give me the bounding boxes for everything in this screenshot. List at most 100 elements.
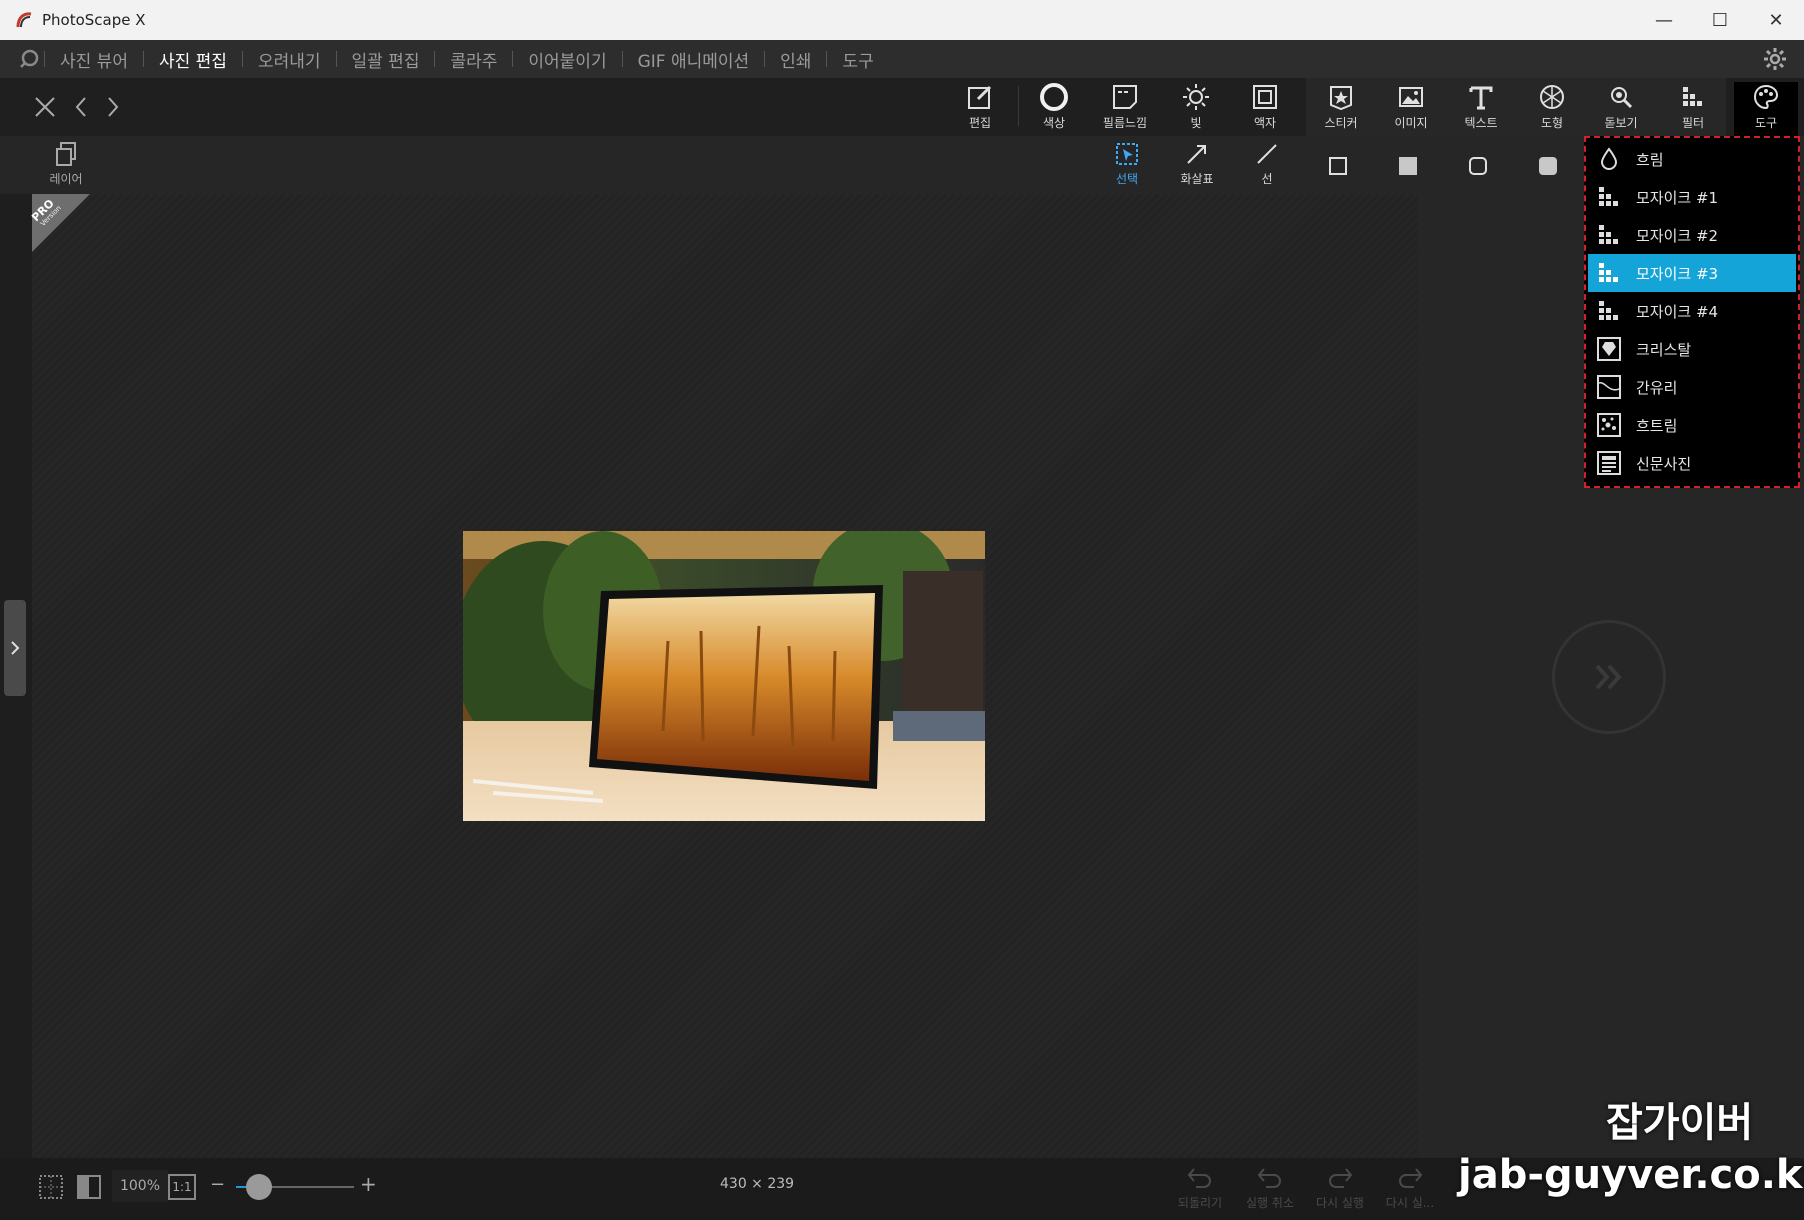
zoom-percent[interactable]: 100% — [112, 1170, 168, 1202]
menu-batch[interactable]: 일괄 편집 — [337, 47, 435, 72]
filter-icon — [1678, 82, 1708, 112]
watermark-url: jab-guyver.co.kr — [1458, 1152, 1804, 1198]
tool-select[interactable]: 선택 — [1097, 140, 1157, 190]
tool-label: 편집 — [968, 116, 992, 130]
tool-edit[interactable]: 편집 — [949, 82, 1011, 136]
select-icon — [1113, 140, 1141, 168]
menu-gif-creator[interactable]: GIF 애니메이션 — [623, 47, 765, 72]
dropdown-item-label: 모자이크 #1 — [1636, 188, 1719, 207]
rounded-rectangle-outline-icon[interactable] — [1466, 154, 1490, 178]
mosaic-icon — [1596, 260, 1622, 286]
tool-tools[interactable]: 도구 — [1734, 82, 1798, 136]
dropdown-item-mosaic-3[interactable]: 모자이크 #3 — [1588, 254, 1796, 292]
menu-combine[interactable]: 이어붙이기 — [513, 47, 621, 72]
double-chevron-right-icon — [1595, 664, 1622, 690]
dropdown-item-mosaic-2[interactable]: 모자이크 #2 — [1588, 216, 1796, 254]
tool-light[interactable]: 빛 — [1165, 82, 1227, 136]
film-icon — [1110, 82, 1140, 112]
tool-label: 색상 — [1042, 116, 1066, 130]
dropdown-item-scatter[interactable]: 흐트림 — [1588, 406, 1796, 444]
rectangle-filled-icon[interactable] — [1396, 154, 1420, 178]
edited-photo — [463, 531, 985, 821]
tool-label: 화살표 — [1180, 172, 1214, 186]
dropdown-item-mosaic-1[interactable]: 모자이크 #1 — [1588, 178, 1796, 216]
dropdown-item-blur[interactable]: 흐림 — [1588, 140, 1796, 178]
next-photo-button[interactable] — [1552, 620, 1666, 734]
dropdown-item-label: 모자이크 #2 — [1636, 226, 1719, 245]
dropdown-item-newspaper[interactable]: 신문사진 — [1588, 444, 1796, 482]
palette-icon — [1751, 82, 1781, 112]
tool-label: 돋보기 — [1604, 116, 1638, 130]
grid-select-icon[interactable] — [38, 1174, 64, 1200]
tool-label: 스티커 — [1324, 116, 1358, 130]
minimize-button[interactable]: — — [1636, 0, 1692, 40]
zoom-out-button[interactable]: − — [210, 1174, 225, 1195]
tool-magnifier[interactable]: 돋보기 — [1590, 82, 1652, 136]
chevron-right-icon — [11, 641, 20, 655]
revert-icon — [1185, 1162, 1215, 1192]
undo-button[interactable]: 실행 취소 — [1238, 1162, 1302, 1214]
image-icon — [1396, 82, 1426, 112]
maximize-button[interactable]: ☐ — [1692, 0, 1748, 40]
close-window-button[interactable]: ✕ — [1748, 0, 1804, 40]
tool-label: 도형 — [1540, 116, 1564, 130]
photoscape-home-icon[interactable] — [14, 44, 44, 74]
tool-text[interactable]: 텍스트 — [1450, 82, 1512, 136]
menu-collage[interactable]: 콜라주 — [435, 47, 512, 72]
tool-label: 텍스트 — [1464, 116, 1498, 130]
dropdown-item-mosaic-4[interactable]: 모자이크 #4 — [1588, 292, 1796, 330]
tool-film[interactable]: 필름느낌 — [1094, 82, 1156, 136]
crystal-icon — [1596, 336, 1622, 362]
sun-icon — [1181, 82, 1211, 112]
dropdown-item-label: 모자이크 #4 — [1636, 302, 1719, 321]
dropdown-item-crystal[interactable]: 크리스탈 — [1588, 330, 1796, 368]
menu-print[interactable]: 인쇄 — [765, 47, 826, 72]
dropdown-item-label: 흐림 — [1636, 150, 1664, 169]
undo-icon — [1255, 1162, 1285, 1192]
revert-button[interactable]: 되돌리기 — [1168, 1162, 1232, 1214]
menu-tools[interactable]: 도구 — [827, 47, 888, 72]
tool-label: 선 — [1261, 172, 1273, 186]
actual-size-button[interactable]: 1:1 — [168, 1174, 196, 1200]
layer-label: 레이어 — [49, 172, 83, 186]
menu-photo-viewer[interactable]: 사진 뷰어 — [45, 47, 143, 72]
gear-icon[interactable] — [1760, 44, 1790, 74]
tool-filter[interactable]: 필터 — [1662, 82, 1724, 136]
text-icon — [1466, 82, 1496, 112]
tool-arrow[interactable]: 화살표 — [1167, 140, 1227, 190]
rounded-rectangle-filled-icon[interactable] — [1536, 154, 1560, 178]
scatter-icon — [1596, 412, 1622, 438]
tool-image[interactable]: 이미지 — [1380, 82, 1442, 136]
app-title: PhotoScape X — [42, 11, 146, 29]
tool-sticker[interactable]: 스티커 — [1310, 82, 1372, 136]
tool-line[interactable]: 선 — [1237, 140, 1297, 190]
rectangle-outline-icon[interactable] — [1326, 154, 1350, 178]
action-label: 다시 실... — [1385, 1196, 1435, 1210]
redo-icon — [1325, 1162, 1355, 1192]
filter-dropdown-menu: 흐림 모자이크 #1 모자이크 #2 모자이크 #3 모자이크 #4 크리스탈 … — [1584, 136, 1800, 488]
menu-cut-out[interactable]: 오려내기 — [243, 47, 336, 72]
zoom-in-button[interactable]: + — [360, 1172, 377, 1196]
frame-icon — [1250, 82, 1280, 112]
dropdown-item-frosted-glass[interactable]: 간유리 — [1588, 368, 1796, 406]
tool-label: 액자 — [1253, 116, 1277, 130]
action-label: 다시 실행 — [1316, 1196, 1364, 1210]
redo-button[interactable]: 다시 실행 — [1308, 1162, 1372, 1214]
chevron-right-icon[interactable] — [98, 92, 128, 122]
tool-shape[interactable]: 도형 — [1521, 82, 1583, 136]
image-dimensions: 430 × 239 — [720, 1176, 795, 1192]
redo-all-icon — [1395, 1162, 1425, 1192]
tool-frame[interactable]: 액자 — [1234, 82, 1296, 136]
zoom-slider-knob[interactable] — [246, 1174, 272, 1200]
menu-photo-editor[interactable]: 사진 편집 — [144, 47, 242, 72]
dropdown-item-label: 간유리 — [1636, 378, 1678, 397]
left-panel-toggle[interactable] — [4, 600, 26, 696]
tool-label: 필터 — [1681, 116, 1705, 130]
layer-button[interactable]: 레이어 — [36, 140, 96, 190]
tool-color[interactable]: 색상 — [1023, 82, 1085, 136]
redo-all-button[interactable]: 다시 실... — [1378, 1162, 1442, 1214]
newspaper-icon — [1596, 450, 1622, 476]
close-icon[interactable] — [30, 92, 60, 122]
compare-view-icon[interactable] — [76, 1174, 102, 1200]
chevron-left-icon[interactable] — [66, 92, 96, 122]
